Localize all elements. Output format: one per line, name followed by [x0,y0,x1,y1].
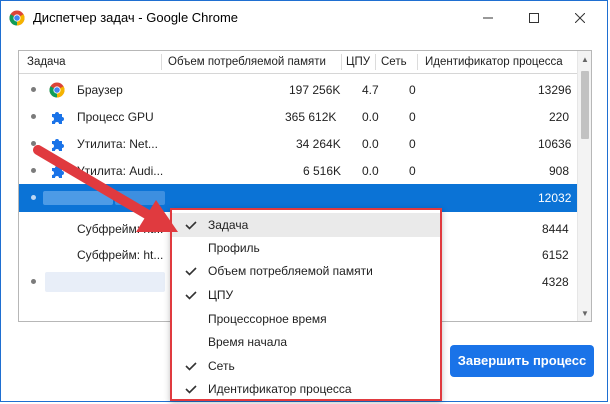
task-name: Процесс GPU [77,110,154,124]
task-name: Субфрейм: ht... [77,248,164,262]
checkmark-icon [185,221,197,230]
memory-value: 197 256K [289,83,341,97]
row-dot-icon [31,279,36,284]
pid-value: 6152 [542,248,569,262]
row-dot-icon [31,168,36,173]
checkmark-icon [185,362,197,371]
column-header-cpu[interactable]: ЦПУ [346,51,370,73]
pid-value: 908 [549,164,570,178]
maximize-icon [529,13,539,23]
puzzle-icon [52,112,64,124]
menu-item-label: Процессорное время [208,312,327,326]
chrome-icon [9,10,25,26]
menu-item-label: Время начала [208,335,288,349]
close-icon [575,13,585,23]
menu-item-profile[interactable]: Профиль [172,236,440,260]
menu-item-label: Идентификатор процесса [208,382,352,396]
menu-item-network[interactable]: Сеть [172,354,440,378]
minimize-icon [483,17,493,19]
blurred-task-name [115,191,165,205]
pid-value: 8444 [542,222,569,236]
menu-item-label: Профиль [208,241,260,255]
column-divider[interactable] [417,54,418,70]
menu-item-pid[interactable]: Идентификатор процесса [172,377,440,401]
end-process-button[interactable]: Завершить процесс [450,345,594,377]
menu-item-memory[interactable]: Объем потребляемой памяти [172,259,440,283]
network-value: 0 [409,137,416,151]
cpu-value: 0.0 [362,137,379,151]
network-value: 0 [409,110,416,124]
menu-item-start-time[interactable]: Время начала [172,330,440,354]
chrome-icon [49,82,65,98]
column-context-menu: Задача Профиль Объем потребляемой памяти… [170,208,442,401]
menu-item-label: Задача [208,218,249,232]
task-name: Утилита: Audi... [77,164,164,178]
menu-item-label: Объем потребляемой памяти [208,264,373,278]
scroll-up-icon[interactable]: ▲ [578,51,591,67]
menu-item-label: Сеть [208,359,235,373]
menu-item-cpu-time[interactable]: Процессорное время [172,307,440,331]
checkmark-icon [185,385,197,394]
scroll-down-icon[interactable]: ▼ [578,305,591,321]
puzzle-icon [52,166,64,178]
row-dot-icon [31,195,36,200]
cpu-value: 4.7 [362,83,379,97]
task-name: Утилита: Net... [77,137,158,151]
memory-value: 34 264K [296,137,341,151]
minimize-button[interactable] [465,1,511,35]
checkmark-icon [185,267,197,276]
task-name: Браузер [77,83,123,97]
row-dot-icon [31,114,36,119]
network-value: 0 [409,164,416,178]
table-row[interactable]: Браузер 197 256K 4.7 0 13296 [19,78,577,102]
table-row[interactable]: Процесс GPU 365 612K 0.0 0 220 [19,105,577,129]
pid-value: 220 [549,110,570,124]
column-divider[interactable] [375,54,376,70]
table-header: Задача Объем потребляемой памяти ЦПУ Сет… [19,51,577,74]
task-name: Субфрейм: ht... [77,222,164,236]
pid-value: 10636 [538,137,572,151]
column-divider[interactable] [161,54,162,70]
column-header-pid[interactable]: Идентификатор процесса [425,51,563,73]
column-divider[interactable] [341,54,342,70]
table-row[interactable]: Утилита: Net... 34 264K 0.0 0 10636 [19,132,577,156]
menu-item-label: ЦПУ [208,288,234,302]
column-header-task[interactable]: Задача [27,51,66,73]
blurred-task-name [45,272,165,292]
pid-value: 4328 [542,275,569,289]
row-dot-icon [31,141,36,146]
column-header-network[interactable]: Сеть [381,51,407,73]
memory-value: 365 612K [285,110,337,124]
close-button[interactable] [557,1,603,35]
puzzle-icon [52,139,64,151]
cpu-value: 0.0 [362,164,379,178]
cpu-value: 0.0 [362,110,379,124]
maximize-button[interactable] [511,1,557,35]
window-title: Диспетчер задач - Google Chrome [33,10,239,25]
vertical-scrollbar[interactable]: ▲ ▼ [577,51,591,321]
column-header-memory[interactable]: Объем потребляемой памяти [168,51,326,73]
table-row[interactable]: Утилита: Audi... 6 516K 0.0 0 908 [19,159,577,183]
menu-item-task[interactable]: Задача [172,213,440,237]
checkmark-icon [185,291,197,300]
scrollbar-thumb[interactable] [581,71,589,139]
pid-value: 12032 [538,191,572,205]
network-value: 0 [409,83,416,97]
memory-value: 6 516K [303,164,342,178]
row-dot-icon [31,87,36,92]
menu-item-cpu[interactable]: ЦПУ [172,283,440,307]
blurred-task-name [43,191,113,205]
title-bar: Диспетчер задач - Google Chrome [1,1,607,35]
pid-value: 13296 [538,83,572,97]
